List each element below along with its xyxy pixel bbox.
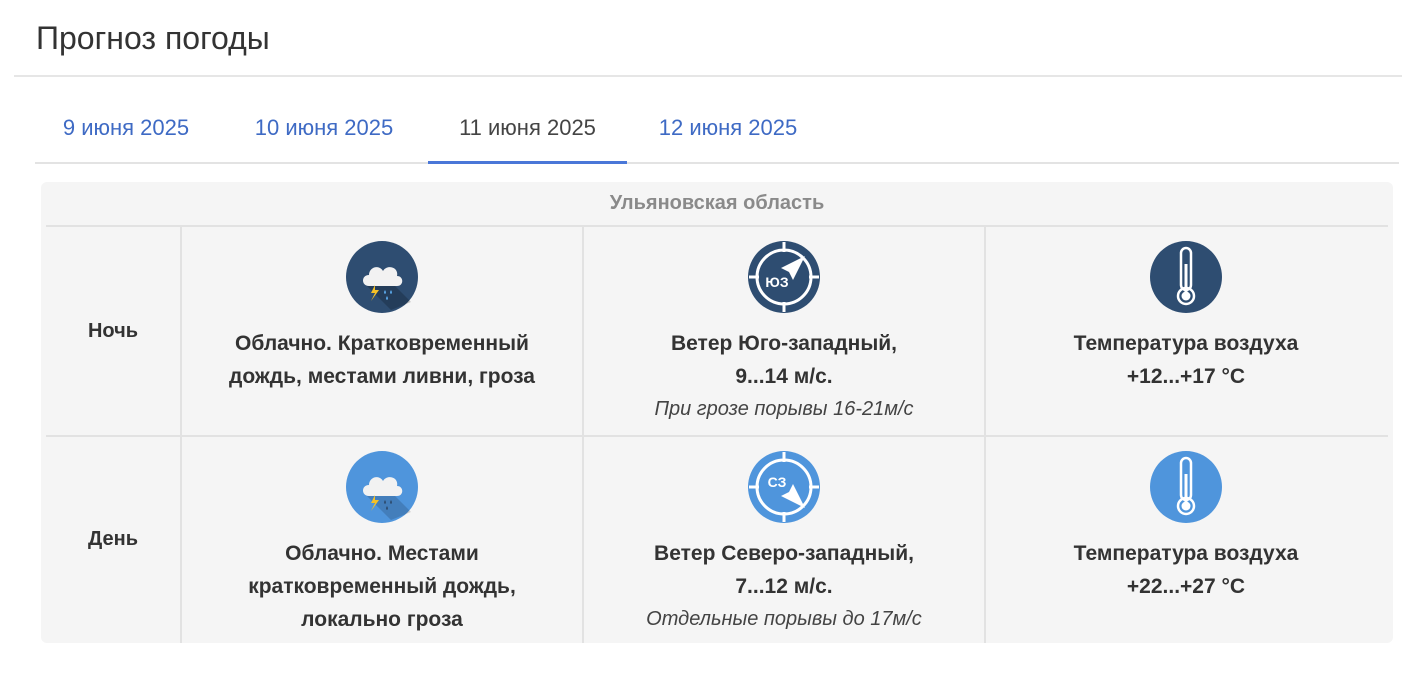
wind-speed: 7...12 м/с. <box>735 575 833 598</box>
wind-text-line: Ветер Юго-западный, <box>670 332 898 355</box>
tab-date-2[interactable]: 10 июня 2025 <box>231 100 417 162</box>
period-label-day: День <box>88 528 138 550</box>
period-label-night: Ночь <box>87 320 139 342</box>
wind-text-line: Ветер Северо-западный, <box>654 542 914 565</box>
svg-text:ЮЗ: ЮЗ <box>765 274 788 290</box>
temperature-value: +12...+17 °С <box>1126 365 1246 388</box>
thermometer-icon <box>1150 451 1222 523</box>
title-divider <box>14 75 1402 77</box>
thermometer-icon <box>1150 241 1222 313</box>
temperature-label: Температура воздуха <box>1073 542 1299 565</box>
wind-speed: 9...14 м/с. <box>735 365 833 388</box>
temperature-label: Температура воздуха <box>1073 332 1299 355</box>
row-divider <box>46 435 1388 437</box>
weather-text-line: Облачно. Кратковременный <box>235 332 529 355</box>
wind-gust-note: Отдельные порывы до 17м/с <box>646 608 922 630</box>
forecast-card: Ульяновская область Ночь Облачно. Кратко… <box>41 182 1393 643</box>
region-heading: Ульяновская область <box>609 192 825 214</box>
cloud-rain-thunder-icon <box>346 451 418 523</box>
page-title: Прогноз погоды <box>36 20 270 56</box>
weather-text-line: дождь, местами ливни, гроза <box>229 365 535 388</box>
tab-date-1[interactable]: 9 июня 2025 <box>36 100 216 162</box>
wind-direction-nw-icon: СЗ <box>748 451 820 523</box>
temperature-cell-day: Температура воздуха +22...+27 °С <box>986 450 1386 603</box>
cloud-rain-thunder-icon <box>346 241 418 313</box>
svg-text:СЗ: СЗ <box>768 474 787 490</box>
weather-cell-day: Облачно. Местами кратковременный дождь, … <box>182 450 582 636</box>
wind-direction-sw-icon: ЮЗ <box>748 241 820 313</box>
weather-text-line: Облачно. Местами <box>285 542 479 565</box>
temperature-cell-night: Температура воздуха +12...+17 °С <box>986 240 1386 393</box>
wind-cell-day: СЗ Ветер Северо-западный, 7...12 м/с. От… <box>584 450 984 635</box>
wind-cell-night: ЮЗ Ветер Юго-западный, 9...14 м/с. При г… <box>584 240 984 425</box>
weather-text-line: локально гроза <box>301 608 463 631</box>
row-divider <box>46 225 1388 227</box>
weather-cell-night: Облачно. Кратковременный дождь, местами … <box>182 240 582 393</box>
wind-gust-note: При грозе порывы 16-21м/с <box>654 398 914 420</box>
weather-text-line: кратковременный дождь, <box>248 575 516 598</box>
date-tabs: 9 июня 2025 10 июня 2025 11 июня 2025 12… <box>35 100 1399 164</box>
temperature-value: +22...+27 °С <box>1126 575 1246 598</box>
tab-date-3-active[interactable]: 11 июня 2025 <box>428 100 627 164</box>
tab-date-4[interactable]: 12 июня 2025 <box>638 100 818 162</box>
